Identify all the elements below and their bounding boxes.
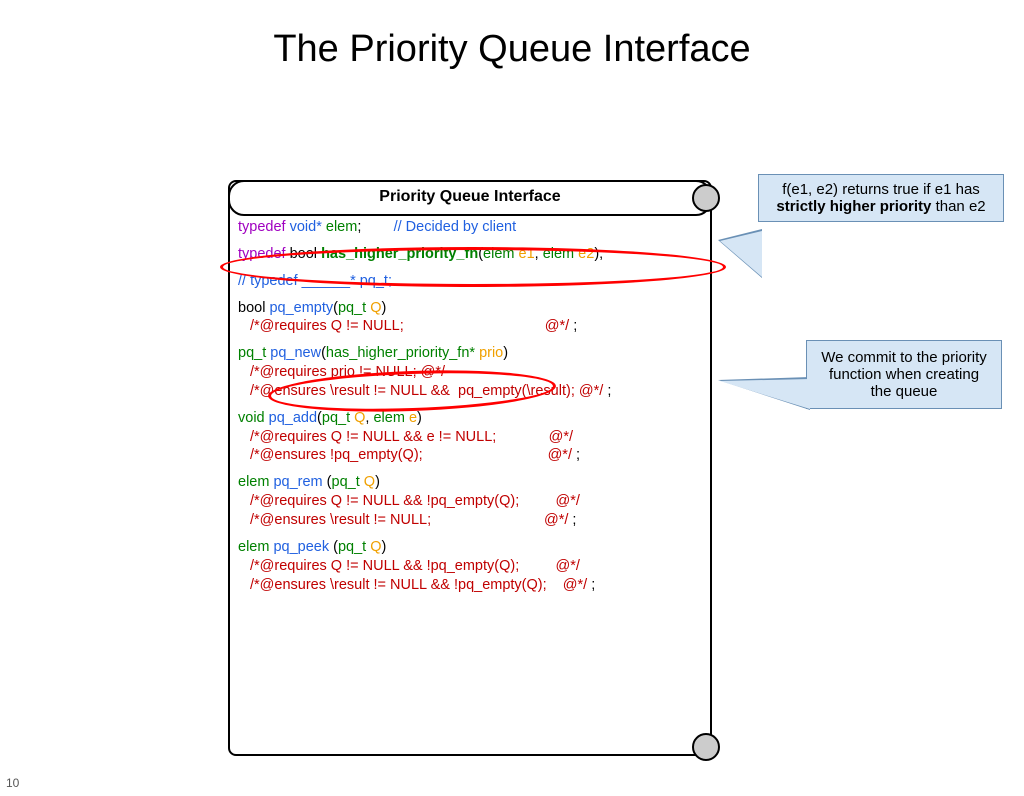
panel-header: Priority Queue Interface <box>228 180 712 216</box>
scroll-curl-icon <box>692 733 720 761</box>
slide-title: The Priority Queue Interface <box>0 28 1024 71</box>
highlight-oval-icon <box>220 247 726 287</box>
callout-priority-fn: f(e1, e2) returns true if e1 has strictl… <box>758 174 1004 222</box>
callout-commit: We commit to the priority function when … <box>806 340 1002 409</box>
scroll-curl-icon <box>692 184 720 212</box>
page-number: 10 <box>6 776 19 790</box>
